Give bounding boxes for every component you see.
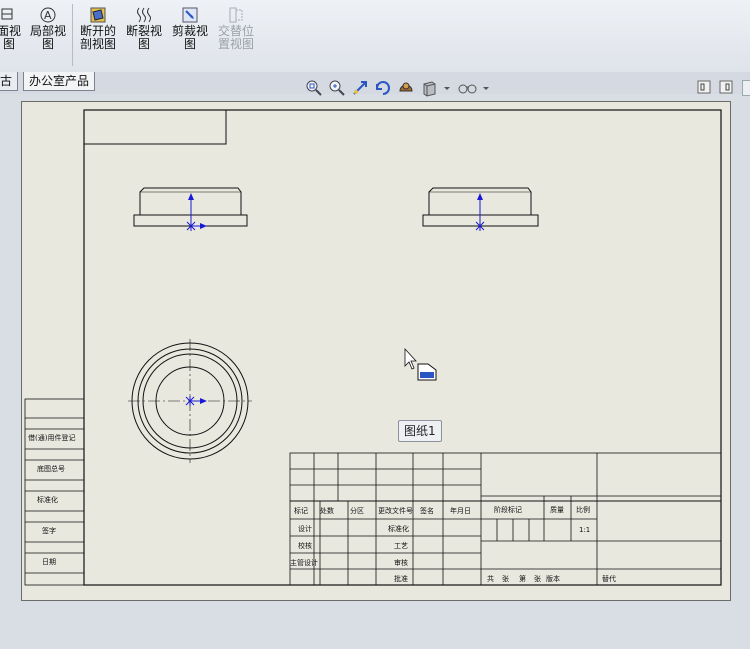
left-col-label-4: 日期: [42, 558, 56, 566]
tb-total: 共: [487, 574, 494, 583]
crop-view-label1: 剪裁视: [171, 24, 208, 38]
title-block-text: 标记 处数 分区 更改文件号 签名 年月日 设计 标准化 校核 工艺 主管设计 …: [290, 505, 616, 583]
tb-check: 校核: [298, 541, 312, 550]
detail-view-button[interactable]: A 局部视 图: [28, 6, 68, 51]
tb-count: 处数: [320, 506, 334, 515]
split-pane-icon[interactable]: [719, 80, 733, 94]
broken-out-label1: 断开的: [79, 24, 116, 38]
alternate-position-label2: 置视图: [217, 37, 254, 51]
tb-change-doc: 更改文件号: [378, 506, 413, 515]
break-view-label1: 断裂视: [125, 24, 162, 38]
tb-approve: 批准: [394, 574, 408, 583]
top-left-box: [83, 109, 227, 145]
crop-view-icon: [182, 7, 198, 23]
sheet-tooltip: 图纸1: [398, 420, 442, 442]
tb-sheets: 张: [502, 574, 509, 583]
chevron-down-icon-2[interactable]: [481, 79, 491, 97]
break-view-button[interactable]: 断裂视 图: [124, 6, 164, 51]
zoom-area-icon[interactable]: [328, 79, 346, 97]
front-view-left: [133, 187, 248, 231]
svg-text:A: A: [44, 9, 52, 22]
rotate-icon[interactable]: [374, 79, 392, 97]
alternate-position-view-button[interactable]: 交替位 置视图: [216, 6, 256, 51]
scrollbar-stub[interactable]: [742, 80, 750, 96]
crop-view-button[interactable]: 剪裁视 图: [170, 6, 210, 51]
left-col-label-0: 借(通)用件登记: [28, 433, 75, 442]
tb-mass: 质量: [550, 505, 564, 514]
tb-signature: 签名: [420, 506, 434, 515]
display-style-icon[interactable]: [420, 79, 438, 97]
sheet-tooltip-label: 图纸1: [404, 424, 436, 438]
tb-chief-design: 主管设计: [290, 558, 318, 567]
tab-evaluate[interactable]: 古: [0, 72, 19, 91]
section-view-icon: [1, 8, 13, 20]
tb-scale-value: 1:1: [579, 526, 590, 534]
tb-design: 设计: [298, 524, 312, 533]
top-view-circle: [128, 339, 252, 463]
tab-office-products-label: 办公室产品: [29, 74, 90, 88]
tb-review: 审核: [394, 558, 408, 567]
hide-show-items-icon[interactable]: [457, 79, 479, 97]
tb-no: 第: [519, 574, 526, 583]
broken-out-section-icon: [90, 7, 106, 23]
drawing-canvas: 借(通)用件登记 底图总号 标准化 签字 日期 标记 处数 分区 更改文件号 签…: [24, 109, 722, 586]
previous-view-icon[interactable]: [351, 79, 369, 97]
detail-view-label2: 图: [41, 37, 54, 51]
tb-mark: 标记: [294, 506, 308, 515]
left-col-label-1: 底图总号: [37, 464, 65, 473]
tb-date: 年月日: [450, 506, 471, 515]
front-view-right: [422, 187, 539, 231]
restore-pane-icon[interactable]: [697, 80, 711, 94]
crop-view-label2: 图: [183, 37, 196, 51]
break-view-label2: 图: [137, 37, 150, 51]
ribbon-toolbar: 面视 图 A 局部视 图 断开的 剖视图 断裂视 图 剪裁视 图 交替位 置视图: [0, 0, 750, 73]
section-view-button[interactable]: 面视 图: [0, 6, 23, 51]
title-block: [289, 452, 722, 586]
heads-up-view-toolbar: [305, 79, 495, 97]
zoom-fit-icon[interactable]: [305, 79, 323, 97]
break-view-icon: [137, 7, 151, 23]
left-col-label-3: 签字: [42, 526, 56, 535]
tab-evaluate-label: 古: [0, 74, 13, 88]
tb-standardization: 标准化: [388, 524, 409, 533]
alternate-position-label1: 交替位: [217, 24, 254, 38]
detail-view-label1: 局部视: [29, 24, 66, 38]
alternate-position-icon: [229, 7, 243, 23]
tb-version: 版本: [546, 574, 560, 583]
tb-process: 工艺: [394, 542, 408, 550]
ribbon-separator: [72, 4, 73, 66]
section-view-label1: 面视: [0, 24, 21, 38]
drawing-sheet[interactable]: 借(通)用件登记 底图总号 标准化 签字 日期 标记 处数 分区 更改文件号 签…: [21, 101, 731, 601]
tb-scale: 比例: [576, 505, 590, 514]
detail-view-icon: A: [40, 7, 56, 23]
tb-zone: 分区: [350, 506, 364, 515]
shaded-icon[interactable]: [397, 79, 415, 97]
tb-stage-mark: 阶段标记: [494, 505, 522, 514]
section-view-label2: 图: [2, 37, 15, 51]
broken-out-label2: 剖视图: [79, 37, 116, 51]
tab-office-products[interactable]: 办公室产品: [23, 72, 96, 91]
tb-sheet: 张: [534, 574, 541, 583]
left-col-label-2: 标准化: [37, 495, 58, 504]
chevron-down-icon[interactable]: [442, 79, 452, 97]
mouse-cursor: [404, 347, 437, 381]
broken-out-section-button[interactable]: 断开的 剖视图: [78, 6, 118, 51]
left-column-text: 借(通)用件登记 底图总号 标准化 签字 日期: [28, 433, 75, 566]
tb-replace: 替代: [602, 574, 616, 583]
